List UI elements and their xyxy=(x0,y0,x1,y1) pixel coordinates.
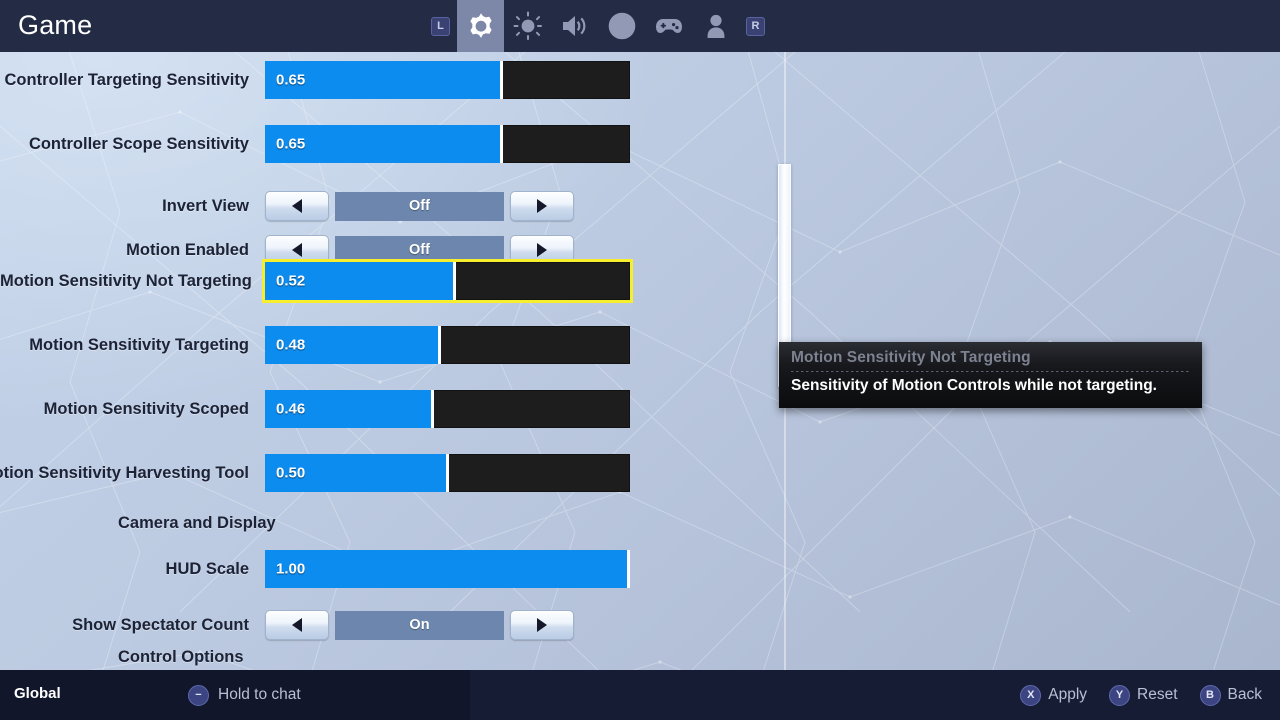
option-selector-show-spectator-count: On xyxy=(265,610,574,640)
setting-row-controller-targeting-sensitivity: Controller Targeting Sensitivity 0.65 xyxy=(0,57,785,103)
apply-action[interactable]: X Apply xyxy=(1020,684,1088,706)
tab-accessibility[interactable] xyxy=(598,0,645,52)
tooltip-body: Sensitivity of Motion Controls while not… xyxy=(791,377,1157,394)
footer-actions: X Apply Y Reset B Back xyxy=(1020,670,1262,720)
slider-value: 0.48 xyxy=(276,336,306,354)
chevron-right-icon xyxy=(537,618,547,632)
chat-box[interactable]: Global − Hold to chat xyxy=(0,670,470,720)
reset-label: Reset xyxy=(1137,686,1178,703)
setting-label: Motion Enabled xyxy=(126,240,249,259)
slider-value: 0.46 xyxy=(276,400,306,418)
setting-row-motion-sensitivity-targeting: Motion Sensitivity Targeting 0.48 xyxy=(0,322,785,368)
slider-handle[interactable] xyxy=(445,454,449,492)
setting-label: Controller Scope Sensitivity xyxy=(28,134,249,153)
option-value: Off xyxy=(335,191,504,221)
tooltip-title: Motion Sensitivity Not Targeting xyxy=(791,349,1031,366)
slider-handle[interactable] xyxy=(500,125,504,163)
tab-controller[interactable] xyxy=(645,0,692,52)
chevron-left-icon xyxy=(292,199,302,213)
slider-value: 0.65 xyxy=(276,135,306,153)
person-icon xyxy=(700,10,732,42)
slider-value: 0.65 xyxy=(276,71,306,89)
chevron-left-icon xyxy=(292,243,302,257)
slider-fill xyxy=(265,550,630,588)
slider-value: 0.52 xyxy=(276,272,306,290)
tab-brightness[interactable] xyxy=(504,0,551,52)
y-button-icon: Y xyxy=(1109,684,1131,706)
slider-motion-sensitivity-scoped[interactable]: 0.46 xyxy=(265,390,630,428)
x-button-icon: X xyxy=(1020,684,1042,706)
chevron-right-icon xyxy=(537,199,547,213)
setting-label: Invert View xyxy=(162,196,249,215)
setting-row-motion-sensitivity-scoped: Motion Sensitivity Scoped 0.46 xyxy=(0,386,785,432)
slider-handle[interactable] xyxy=(627,550,630,588)
slider-hud-scale[interactable]: 1.00 xyxy=(265,550,630,588)
tooltip: Motion Sensitivity Not Targeting Sensiti… xyxy=(779,342,1202,408)
setting-label: Show Spectator Count xyxy=(72,615,249,634)
top-header-bar: Game L R xyxy=(0,0,1280,52)
chat-button-icon: − xyxy=(188,684,209,706)
setting-label: Controller Targeting Sensitivity xyxy=(4,70,249,89)
slider-value: 0.50 xyxy=(276,464,306,482)
settings-rows: Controller Targeting Sensitivity 0.65 Co… xyxy=(0,52,785,670)
back-label: Back xyxy=(1227,686,1262,703)
slider-controller-targeting-sensitivity[interactable]: 0.65 xyxy=(265,61,630,99)
bottom-action-bar: Global − Hold to chat X Apply Y Reset B … xyxy=(0,670,1280,720)
slider-motion-sensitivity-harvesting-tool[interactable]: 0.50 xyxy=(265,454,630,492)
tab-settings[interactable] xyxy=(457,0,504,52)
setting-row-hud-scale: HUD Scale 1.00 xyxy=(0,546,785,592)
slider-handle[interactable] xyxy=(438,326,442,364)
setting-label: Motion Sensitivity Targeting xyxy=(29,335,249,354)
tooltip-separator xyxy=(791,371,1190,372)
option-selector-invert-view: Off xyxy=(265,191,574,221)
setting-row-invert-view: Invert View Off xyxy=(0,183,785,229)
previous-option-button[interactable] xyxy=(265,191,329,221)
setting-label: HUD Scale xyxy=(165,559,249,578)
setting-label: Motion Sensitivity Scoped xyxy=(43,399,249,418)
setting-label: Motion Sensitivity Harvesting Tool xyxy=(0,463,249,482)
tab-account[interactable] xyxy=(692,0,739,52)
b-button-icon: B xyxy=(1199,684,1221,706)
back-action[interactable]: B Back xyxy=(1199,684,1262,706)
settings-tab-bar: L R xyxy=(424,0,772,52)
page-title: Game xyxy=(18,10,93,40)
gear-icon xyxy=(465,10,497,42)
chevron-left-icon xyxy=(292,618,302,632)
slider-handle[interactable] xyxy=(500,61,504,99)
slider-motion-sensitivity-targeting[interactable]: 0.48 xyxy=(265,326,630,364)
settings-panel: Controller Targeting Sensitivity 0.65 Co… xyxy=(0,52,1280,670)
slider-motion-sensitivity-not-targeting[interactable]: 0.52 xyxy=(262,259,633,303)
section-header-camera-and-display: Camera and Display xyxy=(118,514,276,532)
gamepad-icon xyxy=(653,10,685,42)
slider-controller-scope-sensitivity[interactable]: 0.65 xyxy=(265,125,630,163)
chevron-right-icon xyxy=(537,243,547,257)
section-header-control-options: Control Options xyxy=(118,648,244,666)
setting-row-show-spectator-count: Show Spectator Count On xyxy=(0,602,785,648)
slider-value: 1.00 xyxy=(276,560,306,578)
slider-handle[interactable] xyxy=(452,262,456,300)
hold-to-chat-label: Hold to chat xyxy=(218,686,301,703)
previous-option-button[interactable] xyxy=(265,610,329,640)
option-value: On xyxy=(335,610,504,640)
setting-row-motion-sensitivity-not-targeting: Motion Sensitivity Not Targeting 0.52 xyxy=(0,258,785,304)
tab-audio[interactable] xyxy=(551,0,598,52)
slider-handle[interactable] xyxy=(430,390,434,428)
hold-to-chat-control[interactable]: − Hold to chat xyxy=(188,670,301,720)
reset-action[interactable]: Y Reset xyxy=(1109,684,1178,706)
chat-scope-label: Global xyxy=(14,685,61,702)
accessibility-icon xyxy=(606,10,638,42)
setting-label: Motion Sensitivity Not Targeting xyxy=(0,271,252,290)
brightness-icon xyxy=(512,10,544,42)
speaker-icon xyxy=(559,10,591,42)
setting-row-motion-sensitivity-harvesting-tool: Motion Sensitivity Harvesting Tool 0.50 xyxy=(0,450,785,496)
setting-row-controller-scope-sensitivity: Controller Scope Sensitivity 0.65 xyxy=(0,121,785,167)
left-bumper-badge[interactable]: L xyxy=(431,16,450,36)
next-option-button[interactable] xyxy=(510,191,574,221)
apply-label: Apply xyxy=(1048,686,1088,703)
next-option-button[interactable] xyxy=(510,610,574,640)
right-bumper-badge[interactable]: R xyxy=(746,16,765,36)
